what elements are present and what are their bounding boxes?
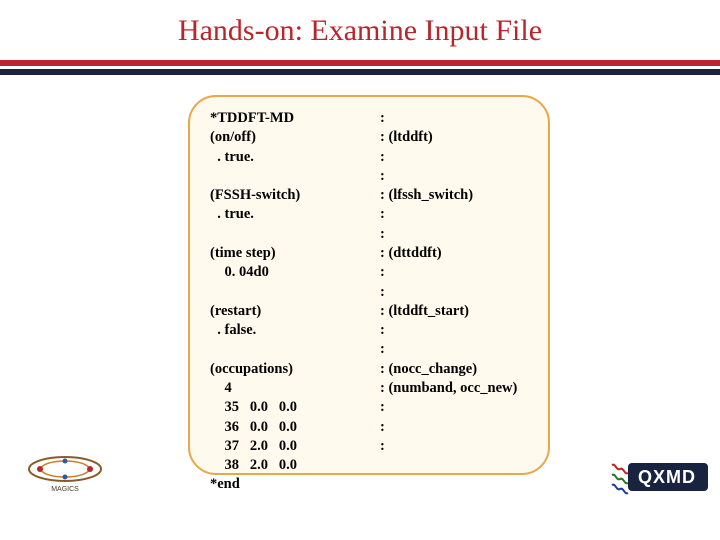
page-title: Hands-on: Examine Input File: [0, 0, 720, 58]
content-area: *TDDFT-MD (on/off) . true. (FSSH-switch)…: [0, 75, 720, 505]
magics-logo-svg: MAGICS: [20, 447, 110, 497]
input-file-panel: *TDDFT-MD (on/off) . true. (FSSH-switch)…: [188, 95, 550, 475]
qxmd-logo-svg: QXMD: [610, 455, 710, 497]
input-right-column: : : (ltddft) : : : (lfssh_switch) : : : …: [380, 109, 528, 495]
title-rule: [0, 60, 720, 75]
magics-logo: MAGICS: [20, 447, 110, 497]
svg-text:MAGICS: MAGICS: [51, 486, 79, 493]
qxmd-logo: QXMD: [610, 455, 710, 497]
input-left-column: *TDDFT-MD (on/off) . true. (FSSH-switch)…: [210, 109, 380, 495]
qxmd-logo-text: QXMD: [638, 467, 696, 487]
input-columns: *TDDFT-MD (on/off) . true. (FSSH-switch)…: [210, 109, 528, 495]
rule-red: [0, 60, 720, 66]
